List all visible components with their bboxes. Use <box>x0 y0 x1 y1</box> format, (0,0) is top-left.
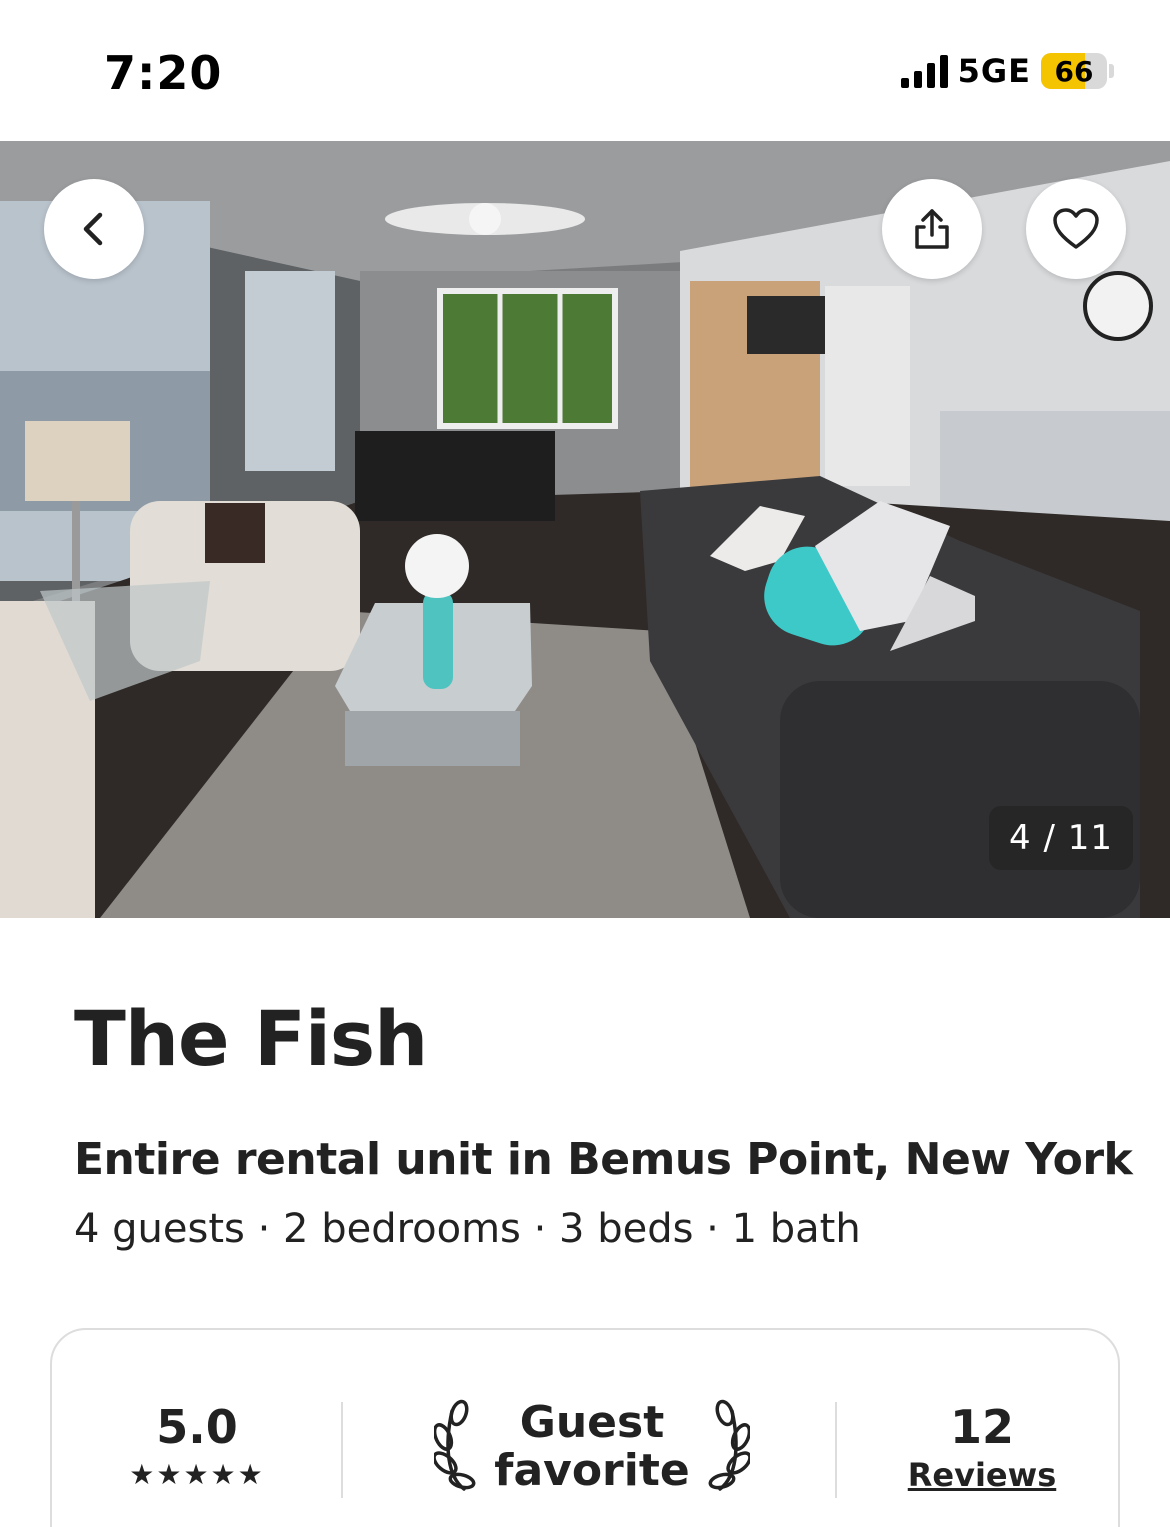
network-type: 5GE <box>957 52 1031 90</box>
divider <box>835 1402 837 1498</box>
guest-favorite-badge: Guest favorite <box>417 1392 767 1502</box>
guest-favorite-label: Guest favorite <box>494 1399 689 1495</box>
rating-card[interactable]: 5.0 ★★★★★ Guest favorite 12 Reviews <box>50 1328 1120 1527</box>
signal-icon <box>900 54 948 88</box>
reviews-summary[interactable]: 12 Reviews <box>862 1400 1102 1494</box>
battery-level: 66 <box>1054 54 1094 88</box>
divider <box>341 1402 343 1498</box>
star-rating: ★★★★★ <box>129 1458 265 1491</box>
back-button[interactable] <box>44 179 144 279</box>
listing-subtitle: Entire rental unit in Bemus Point, New Y… <box>74 1134 1133 1185</box>
laurel-right-icon <box>708 1399 750 1491</box>
badge-line-1: Guest <box>519 1397 665 1448</box>
listing-photo-carousel[interactable]: 4 / 11 <box>0 141 1170 918</box>
battery-icon: 66 <box>1041 53 1107 89</box>
laurel-left-icon <box>434 1399 476 1491</box>
chevron-left-icon <box>83 212 103 246</box>
save-favorite-button[interactable] <box>1026 179 1126 279</box>
listing-details: 4 guests · 2 bedrooms · 3 beds · 1 bath <box>74 1206 861 1252</box>
living-room-photo <box>0 141 1170 918</box>
status-indicators: 5GE 66 <box>900 52 1114 90</box>
photo-counter: 4 / 11 <box>989 806 1133 870</box>
status-time: 7:20 <box>104 46 223 100</box>
reviews-link[interactable]: Reviews <box>862 1456 1102 1494</box>
rating-summary: 5.0 ★★★★★ <box>52 1400 342 1491</box>
share-icon <box>915 209 949 249</box>
share-button[interactable] <box>882 179 982 279</box>
heart-icon <box>1053 208 1099 249</box>
badge-line-2: favorite <box>494 1445 690 1496</box>
listing-title: The Fish <box>74 994 428 1083</box>
rating-value: 5.0 <box>156 1400 238 1454</box>
status-bar: 7:20 5GE 66 <box>0 0 1170 141</box>
reviews-count: 12 <box>949 1400 1014 1454</box>
